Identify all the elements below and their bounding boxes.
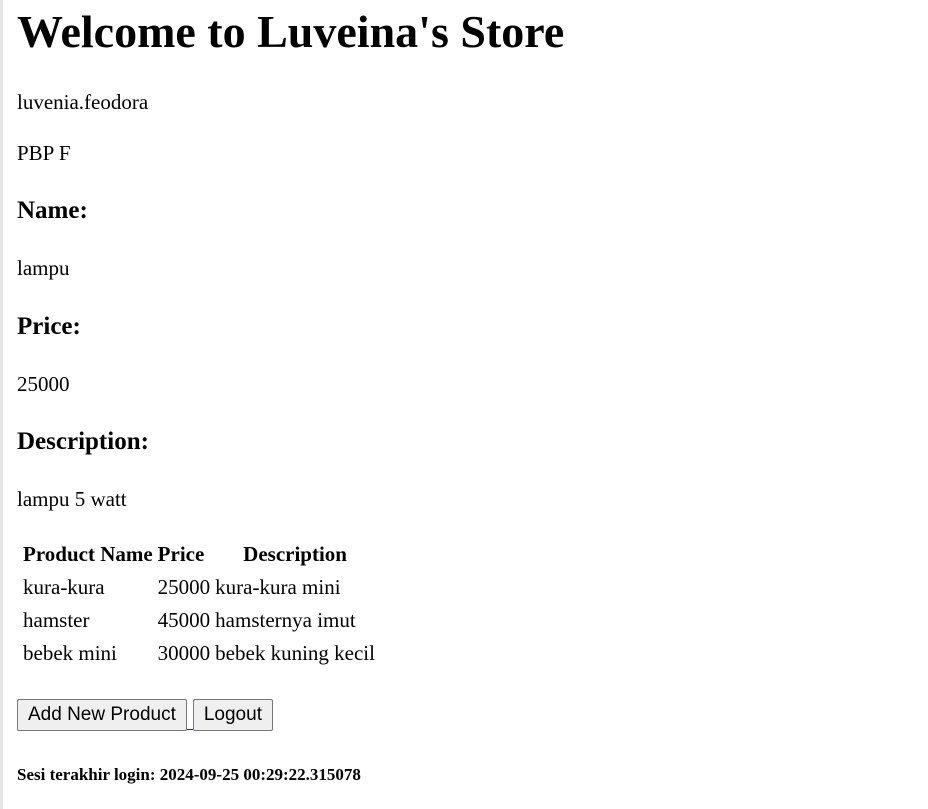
logout-button[interactable]: Logout xyxy=(192,699,273,731)
table-cell-description: hamsternya imut xyxy=(215,608,356,632)
description-value: lampu 5 watt xyxy=(17,487,127,511)
table-row: kura-kura 25000 kura-kura mini xyxy=(22,571,376,604)
table-cell-name: hamster xyxy=(23,608,90,632)
column-header-price: Price xyxy=(157,542,205,566)
last-login-text: Sesi terakhir login: 2024-09-25 00:29:22… xyxy=(17,765,361,784)
name-value: lampu xyxy=(17,256,70,280)
product-table: Product Name Price Description kura-kura… xyxy=(19,538,379,670)
action-bar: Add New Product Logout xyxy=(17,699,273,731)
column-header-description: Description xyxy=(243,542,347,566)
add-new-product-button[interactable]: Add New Product xyxy=(17,699,187,731)
table-cell-price: 30000 xyxy=(157,641,211,665)
name-heading: Name: xyxy=(17,197,88,224)
table-cell-description: bebek kuning kecil xyxy=(215,641,375,665)
link-underline-separator xyxy=(186,701,193,730)
page: Welcome to Luveina's Store luvenia.feodo… xyxy=(0,0,928,809)
page-title: Welcome to Luveina's Store xyxy=(17,6,565,57)
table-cell-description: kura-kura mini xyxy=(215,575,341,599)
table-cell-price: 45000 xyxy=(157,608,211,632)
table-cell-name: bebek mini xyxy=(23,641,117,665)
table-row: bebek mini 30000 bebek kuning kecil xyxy=(22,637,376,670)
description-heading: Description: xyxy=(17,428,149,455)
table-cell-name: kura-kura xyxy=(23,575,105,599)
column-header-product-name: Product Name xyxy=(23,542,153,566)
table-cell-price: 25000 xyxy=(157,575,211,599)
table-header-row: Product Name Price Description xyxy=(22,538,376,571)
price-value: 25000 xyxy=(17,372,70,396)
price-heading: Price: xyxy=(17,313,81,340)
class-text: PBP F xyxy=(17,141,71,165)
table-row: hamster 45000 hamsternya imut xyxy=(22,604,376,637)
username-text: luvenia.feodora xyxy=(17,90,149,114)
